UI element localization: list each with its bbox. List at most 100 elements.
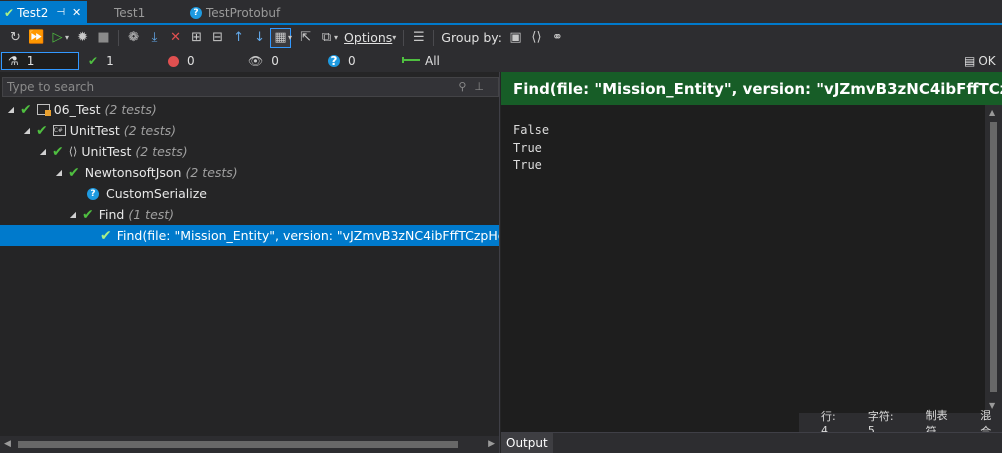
arrow-up-icon[interactable]: ↑ (228, 28, 249, 48)
test-detail-panel: Find(file: "Mission_Entity", version: "v… (501, 72, 1002, 453)
tab-test1[interactable]: Test1 (114, 2, 145, 23)
tree-item-unittest-namespace[interactable]: ◢ ✔ ⟨⟩ UnitTest (2 tests) (0, 141, 499, 162)
filter-failed-count: 0 (187, 54, 195, 68)
test-icon: ⚗ (8, 54, 19, 68)
tree-item-label: Find (98, 207, 125, 222)
paw-icon[interactable]: ❁ (123, 28, 144, 48)
scroll-right-icon[interactable]: ▶ (488, 439, 495, 449)
solution-icon (36, 104, 51, 116)
filter-total[interactable]: ⚗ 1 (1, 52, 79, 70)
filter-skipped-count: 0 (271, 54, 279, 68)
group-by-project-icon[interactable]: ▣ (505, 28, 526, 48)
question-icon: ? (190, 6, 202, 19)
expand-all-icon[interactable]: ⊞ (186, 28, 207, 48)
filter-ok[interactable]: ▤ OK (964, 52, 996, 70)
tab-label: Test2 (17, 5, 49, 20)
group-by-namespace-icon[interactable]: ⟨⟩ (526, 28, 547, 48)
check-icon: ✔ (100, 227, 112, 244)
filter-bar: ⚗ 1 ✔ 1 0 👁 0 ? 0 All ▤ OK (0, 50, 1002, 72)
options-menu[interactable]: Options (341, 30, 395, 45)
group-by-label: Group by: (441, 30, 502, 45)
chevron-down-icon[interactable]: ▾ (392, 33, 396, 42)
stop-icon[interactable]: ■ (93, 28, 114, 48)
tree-item-find[interactable]: ◢ ✔ Find (1 test) (0, 204, 499, 225)
expand-triangle-icon[interactable]: ◢ (22, 126, 32, 135)
filter-total-count: 1 (26, 54, 35, 68)
tab-label: TestProtobuf (206, 5, 281, 20)
toolbar: ↻ ⏩ ▷ ▾ ✹ ■ ❁ ⤓ ✕ ⊞ ⊟ ↑ ↓ ▦ ▾ ⇱ ⧉ ▾ Opti… (0, 25, 1002, 50)
output-line: True (513, 140, 542, 155)
export-icon[interactable]: ⇱ (295, 28, 316, 48)
tree-item-count: (2 tests) (135, 144, 188, 159)
tree-item-label: CustomSerialize (106, 186, 207, 201)
tab-test2[interactable]: ✔ Test2 ⊣ ✕ (0, 1, 88, 24)
test-output: False True True (513, 122, 549, 175)
pin-icon[interactable]: ⊥ (474, 80, 492, 93)
chevron-down-icon[interactable]: ▾ (334, 33, 338, 42)
expand-triangle-icon[interactable]: ◢ (54, 168, 64, 177)
check-icon: ✔ (20, 101, 32, 118)
group-by-category-icon[interactable]: ⚭ (547, 28, 568, 48)
csharp-project-icon: C# (52, 125, 66, 136)
filter-failed[interactable]: 0 (168, 52, 195, 70)
check-icon: ✔ (82, 206, 94, 223)
tree-item-count: (2 tests) (185, 165, 238, 180)
output-line: False (513, 123, 550, 137)
expand-triangle-icon[interactable]: ◢ (38, 147, 48, 156)
tree-item-unittest-project[interactable]: ◢ ✔ C# UnitTest (2 tests) (0, 120, 499, 141)
question-icon: ? (328, 55, 340, 67)
tree-item-find-case[interactable]: ✔ Find(file: "Mission_Entity", version: … (0, 225, 499, 246)
filter-not-run[interactable]: ? 0 (328, 52, 356, 70)
horizontal-scrollbar[interactable]: ◀ ▶ (0, 436, 499, 453)
refresh-icon[interactable]: ↻ (5, 28, 26, 48)
check-icon: ✔ (88, 54, 99, 68)
tree-item-customserialize[interactable]: ? CustomSerialize (0, 183, 499, 204)
detail-title: Find(file: "Mission_Entity", version: "v… (501, 72, 1002, 105)
tree-item-label: UnitTest (81, 144, 132, 159)
chevron-down-icon[interactable]: ▾ (288, 33, 292, 42)
tree-item-label: UnitTest (69, 123, 120, 138)
scrollbar-thumb[interactable] (18, 441, 458, 448)
close-icon[interactable]: ✕ (72, 6, 81, 19)
close-icon[interactable]: ✕ (165, 28, 186, 48)
tab-strip: ✔ Test2 ⊣ ✕ Test1 ? TestProtobuf (0, 0, 1002, 25)
tree-item-label: 06_Test (53, 102, 101, 117)
pin-icon[interactable]: ⊣ (56, 7, 65, 18)
expand-triangle-icon[interactable]: ◢ (68, 210, 78, 219)
check-icon: ✔ (68, 164, 80, 181)
arrow-down-icon[interactable]: ↓ (249, 28, 270, 48)
tree-item-label: Find(file: "Mission_Entity", version: "v… (116, 228, 499, 243)
scroll-left-icon[interactable]: ◀ (4, 439, 11, 449)
tree-item-newtonsoftjson[interactable]: ◢ ✔ NewtonsoftJson (2 tests) (0, 162, 499, 183)
question-icon: ? (87, 187, 99, 200)
tree-item-count: (2 tests) (123, 123, 176, 138)
check-icon: ✔ (4, 5, 15, 20)
download-icon[interactable]: ⤓ (144, 28, 165, 48)
scrollbar-thumb[interactable] (990, 122, 997, 392)
failed-icon (168, 55, 179, 67)
filter-icon[interactable]: ☰ (408, 28, 429, 48)
tree-item-06-test[interactable]: ◢ ✔ 06_Test (2 tests) (0, 99, 499, 120)
run-all-icon[interactable]: ⏩ (26, 28, 47, 48)
filter-all[interactable]: All (425, 52, 440, 70)
tab-testprotobuf[interactable]: ? TestProtobuf (190, 2, 280, 23)
output-tab-strip: Output (501, 432, 1002, 453)
test-tree-panel: Type to search ⚲⊥ ◢ ✔ 06_Test (2 tests) … (0, 72, 500, 453)
expand-triangle-icon[interactable]: ◢ (6, 105, 16, 114)
scroll-up-icon[interactable]: ▲ (989, 108, 995, 117)
filter-skipped[interactable]: 👁 0 (248, 52, 279, 70)
filter-passed[interactable]: ✔ 1 (88, 52, 114, 70)
all-indicator-icon (402, 57, 420, 63)
output-line: True (513, 158, 542, 172)
tree-item-count: (1 test) (128, 207, 175, 222)
filter-passed-count: 1 (106, 54, 114, 68)
collapse-all-icon[interactable]: ⊟ (207, 28, 228, 48)
vertical-scrollbar[interactable]: ▲ ▼ (985, 105, 1002, 413)
check-icon: ✔ (52, 143, 64, 160)
search-input[interactable]: Type to search ⚲⊥ (2, 77, 499, 97)
check-icon: ✔ (36, 122, 48, 139)
search-options-icon[interactable]: ⚲ (458, 80, 474, 93)
debug-icon[interactable]: ✹ (72, 28, 93, 48)
chevron-down-icon[interactable]: ▾ (65, 33, 69, 42)
tab-output[interactable]: Output (501, 433, 553, 453)
